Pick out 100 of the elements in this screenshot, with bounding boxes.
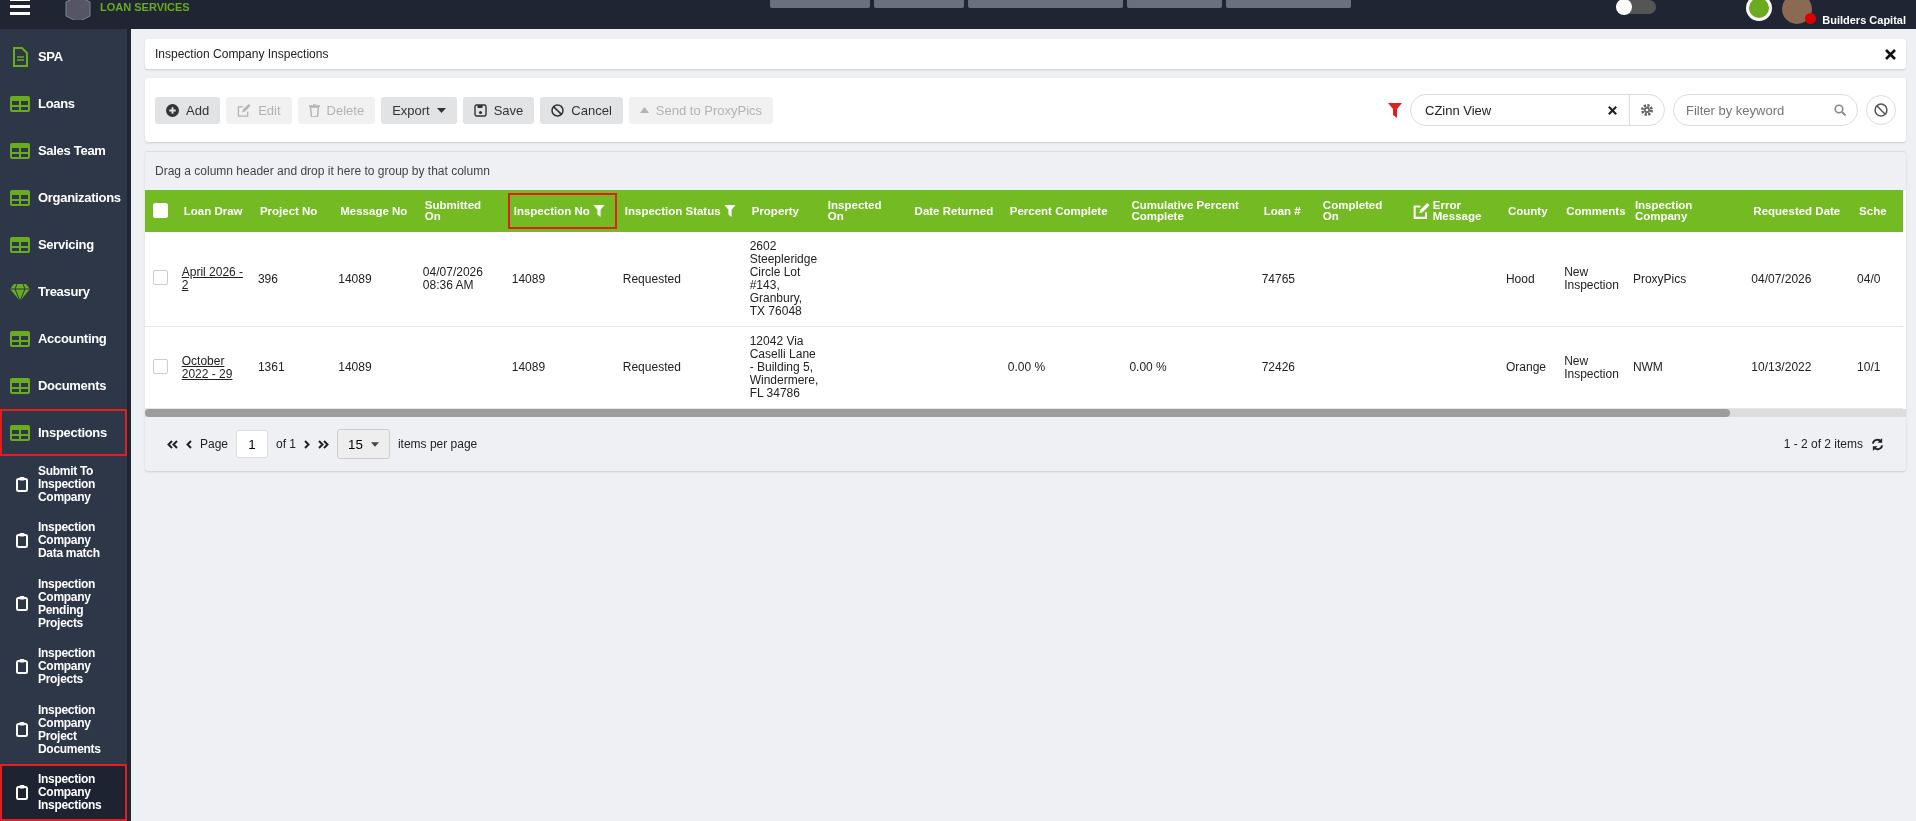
caret-icon (436, 107, 446, 113)
table-icon (10, 424, 30, 441)
clipboard-icon (16, 659, 28, 675)
table-cell: 12042 Via Caselli Lane - Building 5, Windermere, FL 34786 (749, 334, 819, 400)
table-cell: 1361 (257, 360, 285, 374)
horizontal-scrollbar[interactable] (145, 409, 1906, 417)
trash-icon (308, 103, 320, 117)
sidebar-item[interactable]: SPA (0, 33, 127, 80)
table-cell: 04/07/2026 08:36 AM (422, 265, 483, 292)
caret-icon (370, 441, 379, 447)
keyword-search-field[interactable]: Filter by keyword (1673, 94, 1858, 126)
sidebar-item[interactable]: Inspection Company Data match (0, 512, 127, 570)
table-cell: New Inspection (1564, 353, 1619, 381)
group-by-hint: Drag a column header and drop it here to group by that column (154, 163, 491, 180)
company-name: Builders Capital (1822, 13, 1906, 26)
table-icon (10, 142, 30, 159)
clear-icon[interactable] (1608, 105, 1617, 115)
avatar[interactable] (1782, 0, 1813, 24)
table-icon (10, 236, 30, 253)
table-cell: 10/13/2022 (1751, 360, 1812, 374)
filter-icon[interactable] (592, 205, 605, 217)
table-cell: 14089 (511, 271, 546, 286)
sidebar-item[interactable]: Loans (0, 80, 127, 127)
item-count: 1 - 2 of 2 items (1783, 437, 1863, 451)
plus-circle-icon (166, 103, 179, 117)
table-cell: 14089 (338, 360, 372, 374)
loan-draw-link[interactable]: April 2026 - 2 (181, 266, 248, 292)
sidebar-item[interactable]: Submit To Inspection Company (0, 456, 127, 513)
table-cell: 74765 (1261, 271, 1295, 286)
toolbar-button[interactable]: Cancel (540, 96, 623, 124)
edit-icon (237, 103, 252, 117)
sidebar-item[interactable]: Servicing (0, 221, 127, 268)
up-arrow-icon (639, 107, 649, 113)
table-cell: NWM (1632, 360, 1663, 374)
clipboard-icon (16, 722, 28, 738)
page-size-dropdown[interactable]: 15 (337, 429, 390, 459)
sidebar-item[interactable]: Accounting (0, 315, 127, 362)
clipboard-icon (16, 476, 28, 492)
logo-icon (64, 0, 92, 20)
settings-icon[interactable] (1640, 103, 1654, 117)
row-checkbox[interactable] (153, 358, 169, 374)
table-cell: 72426 (1261, 360, 1295, 374)
menu-icon[interactable] (10, 0, 30, 15)
cancel-icon (1874, 103, 1888, 117)
clipboard-icon (16, 596, 28, 612)
document-icon (10, 46, 30, 67)
cancel-icon (551, 103, 565, 117)
table-cell: 2602 Steepleridge Circle Lot #143, Granbury, TX 76048 (749, 239, 818, 318)
search-icon[interactable] (1834, 104, 1846, 116)
sidebar-item[interactable]: Inspection Company Pending Projects (0, 569, 127, 639)
panel-title: Inspection Company Inspections (155, 47, 329, 61)
first-page-icon[interactable] (167, 439, 178, 449)
toolbar-button[interactable]: Export (381, 96, 457, 124)
next-page-icon[interactable] (304, 439, 311, 449)
sidebar-item[interactable]: Inspection Company Project Documents (0, 695, 127, 765)
sidebar-item[interactable]: Inspection Company Inspections (0, 764, 127, 821)
last-page-icon[interactable] (318, 439, 330, 449)
clipboard-icon (16, 785, 28, 801)
sidebar-item[interactable]: Organizations (0, 174, 127, 221)
table-cell: Requested (622, 360, 681, 374)
filter-icon[interactable] (723, 205, 736, 217)
filter-icon (1388, 102, 1402, 118)
table-cell: 04/07/2026 (1751, 271, 1812, 286)
user-icon[interactable] (1746, 0, 1773, 21)
table-cell: 04/0 (1857, 271, 1881, 286)
row-checkbox[interactable] (153, 270, 169, 285)
sidebar-item[interactable]: Inspection Company Projects (0, 638, 127, 696)
toggle-switch[interactable] (1616, 0, 1657, 14)
sidebar-item[interactable]: Inspections (0, 409, 127, 456)
table-cell: Requested (622, 271, 681, 286)
sidebar-item[interactable]: Documents (0, 362, 127, 409)
items-per-page-label: items per page (397, 437, 478, 451)
toolbar-button[interactable]: Add (155, 96, 221, 124)
table-cell: ProxyPics (1632, 271, 1687, 286)
toolbar-button[interactable]: Save (462, 96, 535, 124)
table-cell: 14089 (511, 360, 546, 374)
refresh-icon[interactable] (1871, 437, 1884, 451)
loan-draw-link[interactable]: October 2022 - 29 (181, 354, 248, 381)
sidebar-item[interactable]: Treasury (0, 268, 127, 315)
logo-text: LOAN SERVICES (100, 0, 190, 13)
clipboard-icon (16, 533, 28, 549)
select-all-checkbox[interactable] (153, 202, 169, 218)
close-icon[interactable] (1885, 48, 1896, 60)
table-icon (10, 330, 30, 347)
table-cell: 0.00 % (1129, 360, 1167, 374)
table-cell: 10/1 (1857, 360, 1881, 374)
page-count: of 1 (276, 437, 297, 451)
table-cell: 396 (257, 271, 278, 286)
save-icon (473, 103, 487, 117)
table-cell: 14089 (338, 271, 372, 286)
table-icon (10, 189, 30, 206)
sidebar-item[interactable]: Sales Team (0, 127, 127, 174)
table-cell: 0.00 % (1007, 360, 1046, 374)
previous-page-icon[interactable] (186, 439, 192, 449)
page-number-field[interactable]: 1 (236, 430, 269, 458)
table-cell: New Inspection (1564, 265, 1619, 292)
table-icon (10, 377, 30, 394)
page-label: Page (200, 437, 229, 451)
diamond-icon (10, 282, 30, 301)
table-cell: Orange (1505, 360, 1546, 374)
